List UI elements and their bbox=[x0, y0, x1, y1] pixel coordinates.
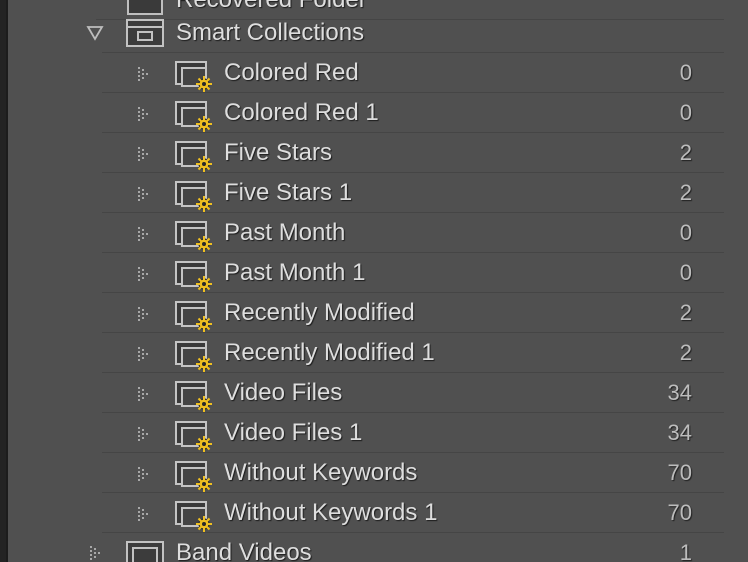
collection-set-band-videos[interactable]: Band Videos 1 bbox=[8, 533, 748, 562]
smart-collection-label: Five Stars 1 bbox=[224, 179, 353, 206]
triangle-collapsed-icon[interactable] bbox=[136, 505, 154, 523]
smart-collection-label: Recently Modified 1 bbox=[224, 339, 435, 366]
triangle-collapsed-icon[interactable] bbox=[136, 465, 154, 483]
smart-collection-count: 0 bbox=[679, 100, 692, 125]
smart-collection-count: 0 bbox=[679, 60, 692, 85]
triangle-collapsed-icon[interactable] bbox=[136, 145, 154, 163]
triangle-collapsed-icon[interactable] bbox=[136, 425, 154, 443]
smart-collection-item[interactable]: Recently Modified 2 bbox=[8, 293, 748, 333]
smart-collection-label: Past Month 1 bbox=[224, 259, 366, 286]
smart-collection-count: 2 bbox=[679, 340, 692, 365]
smart-collection-icon bbox=[175, 341, 212, 372]
smart-collection-label: Five Stars bbox=[224, 139, 333, 166]
collection-set-icon bbox=[126, 541, 164, 562]
smart-collection-label: Recently Modified bbox=[224, 299, 415, 326]
smart-collection-icon bbox=[175, 261, 212, 292]
smart-collection-icon bbox=[175, 221, 212, 252]
smart-collection-item[interactable]: Without Keywords 70 bbox=[8, 453, 748, 493]
smart-collection-icon bbox=[175, 141, 212, 172]
triangle-collapsed-icon[interactable] bbox=[136, 105, 154, 123]
smart-collection-label: Without Keywords bbox=[224, 459, 418, 486]
smart-collection-count: 2 bbox=[679, 140, 692, 165]
smart-collection-label: Past Month bbox=[224, 219, 346, 246]
collection-set-smart-collections[interactable]: Smart Collections bbox=[8, 13, 748, 53]
triangle-expanded-icon[interactable] bbox=[86, 24, 104, 42]
smart-collection-label: Video Files bbox=[224, 379, 343, 406]
triangle-collapsed-icon[interactable] bbox=[136, 345, 154, 363]
smart-collection-item[interactable]: Five Stars 1 2 bbox=[8, 173, 748, 213]
smart-collection-label: Video Files 1 bbox=[224, 419, 363, 446]
smart-collection-icon bbox=[175, 101, 212, 132]
smart-collection-count: 34 bbox=[667, 420, 692, 445]
smart-collection-item[interactable]: Past Month 1 0 bbox=[8, 253, 748, 293]
smart-collection-count: 0 bbox=[679, 260, 692, 285]
smart-collection-count: 34 bbox=[667, 380, 692, 405]
smart-collection-count: 70 bbox=[667, 460, 692, 485]
triangle-collapsed-icon[interactable] bbox=[88, 544, 106, 562]
collection-count: 1 bbox=[679, 540, 692, 562]
smart-collection-item[interactable]: Five Stars 2 bbox=[8, 133, 748, 173]
smart-collection-item[interactable]: Video Files 1 34 bbox=[8, 413, 748, 453]
smart-collection-count: 2 bbox=[679, 300, 692, 325]
smart-collection-icon bbox=[175, 181, 212, 212]
smart-collection-label: Without Keywords 1 bbox=[224, 499, 438, 526]
smart-collection-icon bbox=[175, 421, 212, 452]
collections-panel: Recovered Folder Smart Collections Color… bbox=[6, 0, 748, 562]
smart-collection-item[interactable]: Colored Red 0 bbox=[8, 53, 748, 93]
triangle-collapsed-icon[interactable] bbox=[136, 265, 154, 283]
smart-collection-icon bbox=[175, 461, 212, 492]
smart-collection-icon bbox=[175, 381, 212, 412]
collection-set-label: Band Videos bbox=[176, 539, 312, 562]
collection-set-label: Smart Collections bbox=[176, 19, 365, 46]
triangle-collapsed-icon[interactable] bbox=[136, 185, 154, 203]
smart-collection-icon bbox=[175, 61, 212, 92]
triangle-collapsed-icon[interactable] bbox=[136, 65, 154, 83]
smart-collection-item[interactable]: Colored Red 1 0 bbox=[8, 93, 748, 133]
smart-collection-icon bbox=[175, 301, 212, 332]
smart-collection-item[interactable]: Past Month 0 bbox=[8, 213, 748, 253]
smart-collection-item[interactable]: Without Keywords 1 70 bbox=[8, 493, 748, 533]
smart-collection-count: 0 bbox=[679, 220, 692, 245]
triangle-collapsed-icon[interactable] bbox=[136, 385, 154, 403]
smart-collection-count: 70 bbox=[667, 500, 692, 525]
triangle-collapsed-icon[interactable] bbox=[136, 225, 154, 243]
collection-set-icon bbox=[126, 19, 164, 47]
smart-collection-label: Colored Red bbox=[224, 59, 359, 86]
smart-collection-item[interactable]: Video Files 34 bbox=[8, 373, 748, 413]
triangle-collapsed-icon[interactable] bbox=[136, 305, 154, 323]
smart-collection-item[interactable]: Recently Modified 1 2 bbox=[8, 333, 748, 373]
smart-collection-icon bbox=[175, 501, 212, 532]
smart-collection-count: 2 bbox=[679, 180, 692, 205]
smart-collection-label: Colored Red 1 bbox=[224, 99, 379, 126]
